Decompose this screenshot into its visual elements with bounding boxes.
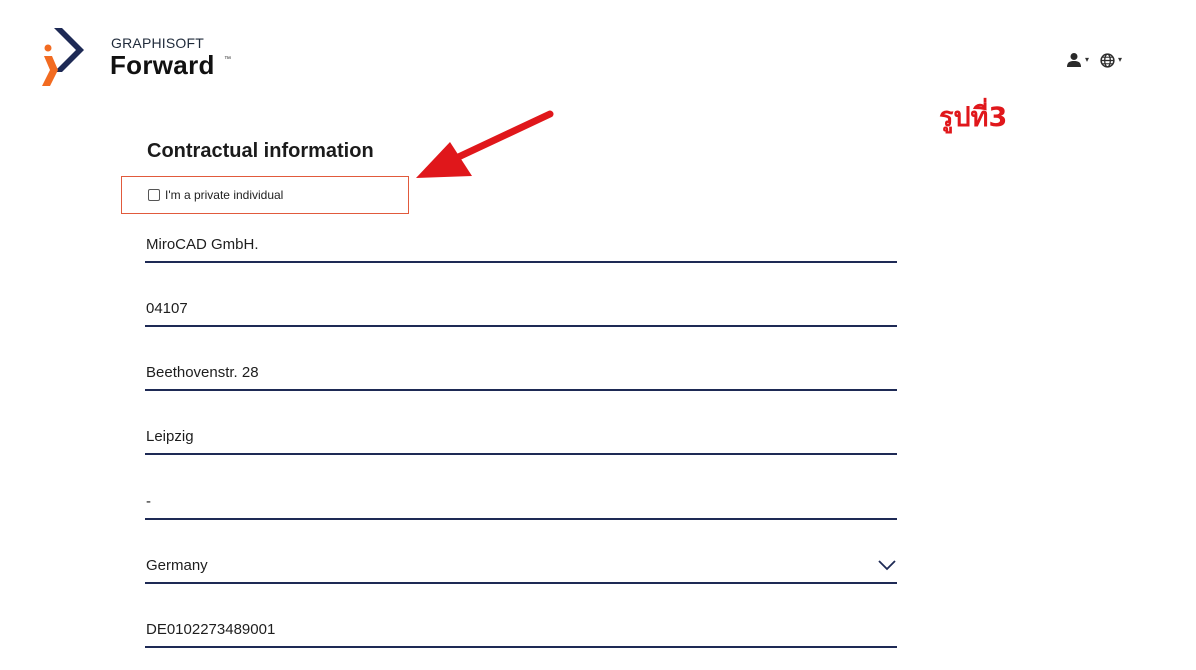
postal-code-field[interactable]: 04107	[145, 291, 897, 327]
state-field[interactable]: -	[145, 484, 897, 520]
user-icon	[1067, 53, 1081, 67]
vat-number-field[interactable]: DE0102273489001	[145, 612, 897, 648]
section-title: Contractual information	[147, 140, 374, 162]
private-individual-checkbox-row[interactable]: I'm a private individual	[148, 188, 283, 202]
user-menu-button[interactable]: ▾	[1066, 50, 1089, 70]
private-individual-label: I'm a private individual	[165, 188, 284, 202]
graphisoft-forward-logo-icon[interactable]	[40, 26, 86, 88]
top-header: GRAPHISOFT Forward ™ ▾ ▾	[0, 0, 1196, 100]
postal-code-value: 04107	[146, 299, 188, 317]
private-individual-checkbox[interactable]	[148, 189, 160, 201]
annotation-arrow-icon	[416, 110, 554, 178]
brand-trademark: ™	[224, 56, 231, 63]
state-value: -	[146, 492, 151, 510]
annotation-label: รูปที่3	[939, 102, 1008, 133]
country-value: Germany	[146, 556, 208, 574]
globe-icon	[1100, 52, 1115, 68]
street-address-field[interactable]: Beethovenstr. 28	[145, 355, 897, 391]
chevron-down-icon: ▾	[1085, 55, 1090, 64]
street-address-value: Beethovenstr. 28	[146, 363, 259, 381]
brand-company-name: GRAPHISOFT	[111, 35, 205, 51]
company-name-value: MiroCAD GmbH.	[146, 235, 259, 253]
brand-product-name: Forward	[110, 50, 215, 80]
city-value: Leipzig	[146, 427, 194, 445]
chevron-down-icon: ▾	[1118, 55, 1123, 64]
city-field[interactable]: Leipzig	[145, 419, 897, 455]
vat-number-value: DE0102273489001	[146, 620, 276, 638]
company-name-field[interactable]: MiroCAD GmbH.	[145, 227, 897, 263]
chevron-down-icon[interactable]	[877, 559, 897, 571]
language-menu-button[interactable]: ▾	[1100, 50, 1122, 70]
country-select[interactable]: Germany	[145, 548, 897, 584]
